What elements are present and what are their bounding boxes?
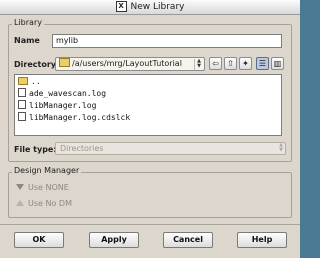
file-type-value: Directories — [60, 144, 104, 153]
design-manager-group-label: Design Manager — [12, 166, 82, 175]
combo-arrows-icon: ▲ ▼ — [194, 59, 203, 70]
directory-label: Directory — [14, 60, 56, 69]
list-item[interactable]: libManager.log — [18, 100, 96, 111]
library-group-label: Library — [12, 18, 44, 27]
combo-arrows-icon: ▲ ▼ — [279, 142, 283, 153]
file-list[interactable]: .. ade_wavescan.log libManager.log libMa… — [14, 74, 282, 136]
radio-use-none[interactable]: Use NONE — [16, 183, 69, 192]
radio-use-no-dm[interactable]: Use No DM — [16, 199, 72, 208]
new-library-dialog: X New Library Library Name mylib Director… — [0, 0, 300, 258]
list-item[interactable]: libManager.log.cdslck — [18, 112, 130, 123]
file-icon — [18, 112, 26, 121]
ok-button[interactable]: OK — [14, 232, 64, 248]
back-arrow-icon[interactable]: ⇦ — [209, 57, 222, 70]
title-bar: X New Library — [0, 0, 300, 15]
help-button[interactable]: Help — [237, 232, 287, 248]
directory-path: /a/users/mrg/LayoutTutorial — [72, 59, 182, 68]
up-folder-icon[interactable]: ⇧ — [224, 57, 237, 70]
design-manager-group — [8, 172, 292, 218]
cancel-button[interactable]: Cancel — [163, 232, 213, 248]
new-folder-icon[interactable]: ✦ — [239, 57, 252, 70]
folder-icon — [18, 76, 28, 85]
list-item[interactable]: ade_wavescan.log — [18, 88, 106, 99]
folder-icon — [59, 58, 70, 67]
window-title: New Library — [130, 2, 185, 12]
file-icon — [18, 100, 26, 109]
name-label: Name — [14, 36, 40, 45]
list-view-icon[interactable]: ☰ — [256, 57, 269, 70]
file-icon — [18, 88, 26, 97]
file-type-combo[interactable]: Directories ▲ ▼ — [55, 142, 286, 155]
radio-unselected-icon — [16, 199, 24, 206]
x-window-icon: X — [115, 1, 127, 12]
list-item[interactable]: .. — [18, 76, 41, 87]
file-type-label: File type: — [14, 145, 57, 154]
name-field[interactable]: mylib — [52, 34, 282, 48]
detail-view-icon[interactable]: ▥ — [271, 57, 284, 70]
radio-selected-icon — [16, 183, 24, 190]
apply-button[interactable]: Apply — [89, 232, 139, 248]
divider — [0, 224, 300, 225]
directory-combo[interactable]: /a/users/mrg/LayoutTutorial ▲ ▼ — [55, 57, 205, 71]
